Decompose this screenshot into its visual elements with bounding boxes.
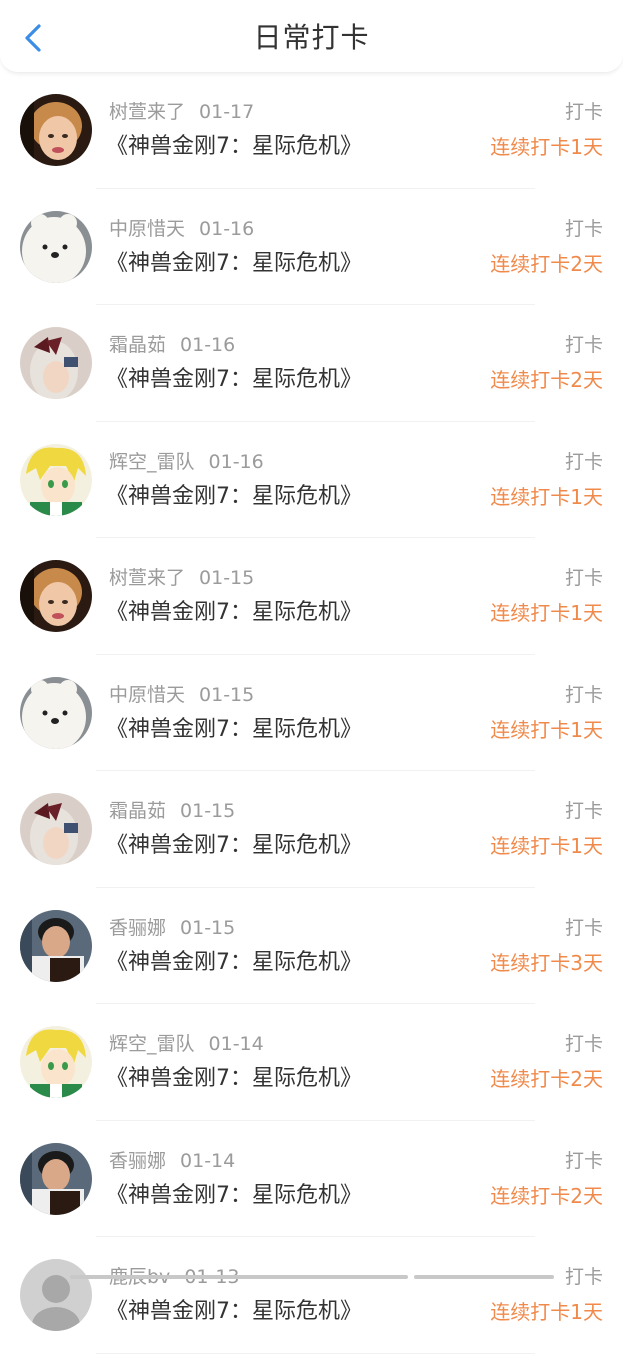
user-name: 霜晶茹 — [109, 800, 167, 822]
checkin-row[interactable]: 树萱来了 01-17 《神兽金刚7：星际危机》 打卡连续打卡1天 — [0, 72, 623, 189]
checkin-row[interactable]: 辉空_雷队 01-14 《神兽金刚7：星际危机》 打卡连续打卡2天 — [0, 1004, 623, 1121]
streak-label: 连续打卡1天 — [490, 717, 603, 742]
checkin-date: 01-16 — [180, 334, 236, 356]
checkin-link[interactable]: 打卡 — [565, 450, 603, 474]
book-title: 《神兽金刚7：星际危机》 — [106, 833, 362, 858]
checkin-date: 01-14 — [208, 1033, 264, 1055]
user-name: 树萱来了 — [109, 567, 186, 589]
checkin-link[interactable]: 打卡 — [565, 683, 603, 707]
checkin-date: 01-17 — [199, 101, 255, 123]
avatar[interactable] — [20, 793, 92, 865]
avatar[interactable] — [20, 210, 92, 283]
checkin-link[interactable]: 打卡 — [565, 799, 603, 823]
row-meta: 树萱来了 01-17 — [109, 100, 254, 124]
avatar[interactable] — [20, 327, 92, 399]
avatar[interactable] — [20, 443, 92, 516]
book-title: 《神兽金刚7：星际危机》 — [106, 949, 362, 975]
checkin-link[interactable]: 打卡 — [565, 1032, 603, 1056]
checkin-date: 01-15 — [180, 800, 236, 822]
user-name: 香骊娜 — [109, 1149, 167, 1172]
user-name: 中原惜天 — [109, 217, 186, 240]
book-title: 《神兽金刚7：星际危机》 — [106, 1299, 362, 1324]
top-bar: 日常打卡 — [0, 0, 623, 73]
page-title: 日常打卡 — [253, 21, 370, 54]
row-meta: 香骊娜 01-15 — [109, 916, 235, 940]
avatar[interactable] — [20, 94, 92, 166]
streak-label: 连续打卡2天 — [490, 251, 603, 276]
avatar[interactable] — [20, 1026, 92, 1098]
avatar[interactable] — [20, 909, 92, 982]
avatar[interactable] — [20, 1259, 92, 1331]
row-meta: 香骊娜 01-14 — [109, 1149, 235, 1173]
streak-label: 连续打卡2天 — [490, 1067, 603, 1091]
checkin-link[interactable]: 打卡 — [565, 1149, 603, 1173]
checkin-date: 01-15 — [199, 683, 255, 706]
checkin-row[interactable]: 鹿辰bv01-13《神兽金刚7：星际危机》打卡连续打卡1天 — [0, 1237, 623, 1354]
checkin-row[interactable]: 辉空_雷队 01-16 《神兽金刚7：星际危机》 打卡连续打卡1天 — [0, 422, 623, 538]
book-title: 《神兽金刚7：星际危机》 — [106, 483, 362, 509]
checkin-date: 01-14 — [180, 1149, 236, 1172]
book-title: 《神兽金刚7：星际危机》 — [106, 600, 362, 625]
book-title: 《神兽金刚7：星际危机》 — [106, 250, 362, 276]
checkin-link[interactable]: 打卡 — [565, 566, 603, 590]
user-name: 霜晶茹 — [109, 334, 167, 356]
checkin-link[interactable]: 打卡 — [565, 217, 603, 241]
book-title: 《神兽金刚7：星际危机》 — [106, 367, 362, 392]
checkin-row[interactable]: 香骊娜 01-14 《神兽金刚7：星际危机》 打卡连续打卡2天 — [0, 1121, 623, 1237]
checkin-row[interactable]: 树萱来了 01-15 《神兽金刚7：星际危机》 打卡连续打卡1天 — [0, 538, 623, 655]
streak-label: 连续打卡1天 — [490, 834, 603, 858]
user-name: 中原惜天 — [109, 683, 186, 706]
book-title: 《神兽金刚7：星际危机》 — [106, 134, 362, 159]
book-title: 《神兽金刚7：星际危机》 — [106, 716, 362, 742]
row-meta: 中原惜天 01-15 — [109, 683, 254, 707]
avatar[interactable] — [20, 560, 92, 632]
checkin-date: 01-16 — [208, 450, 264, 473]
streak-label: 连续打卡2天 — [490, 368, 603, 392]
scroll-indicator — [0, 1274, 623, 1280]
checkin-link[interactable]: 打卡 — [565, 100, 603, 124]
checkin-row[interactable]: 中原惜天 01-15 《神兽金刚7：星际危机》 打卡连续打卡1天 — [0, 655, 623, 771]
row-meta: 中原惜天 01-16 — [109, 217, 254, 241]
user-name: 香骊娜 — [109, 916, 167, 939]
streak-label: 连续打卡1天 — [490, 484, 603, 509]
user-name: 树萱来了 — [109, 101, 186, 123]
checkin-row[interactable]: 香骊娜 01-15 《神兽金刚7：星际危机》 打卡连续打卡3天 — [0, 888, 623, 1004]
user-name: 辉空_雷队 — [109, 450, 195, 473]
row-meta: 辉空_雷队 01-16 — [109, 450, 264, 474]
streak-label: 连续打卡2天 — [490, 1183, 603, 1208]
book-title: 《神兽金刚7：星际危机》 — [106, 1066, 362, 1091]
checkin-link[interactable]: 打卡 — [565, 333, 603, 357]
user-name: 辉空_雷队 — [109, 1033, 195, 1055]
checkin-list: 树萱来了 01-17 《神兽金刚7：星际危机》 打卡 连续打卡1天 中原惜天 01-16 《神… — [0, 72, 623, 1354]
checkin-link[interactable]: 打卡 — [565, 916, 603, 940]
avatar[interactable] — [20, 676, 92, 749]
row-meta: 辉空_雷队 01-14 — [109, 1032, 264, 1056]
row-meta: 霜晶茹 01-15 — [109, 799, 235, 823]
streak-label: 连续打卡1天 — [490, 601, 603, 625]
streak-label: 连续打卡1天 — [490, 1300, 603, 1324]
streak-label: 连续打卡1天 — [490, 135, 603, 159]
checkin-row[interactable]: 中原惜天 01-16 《神兽金刚7：星际危机》 打卡连续打卡2天 — [0, 189, 623, 305]
row-meta: 霜晶茹 01-16 — [109, 333, 235, 357]
book-title: 《神兽金刚7：星际危机》 — [106, 1182, 362, 1208]
row-divider — [96, 1352, 535, 1354]
checkin-date: 01-15 — [199, 567, 255, 589]
row-meta: 树萱来了 01-15 — [109, 566, 254, 590]
checkin-date: 01-15 — [180, 916, 236, 939]
streak-label: 连续打卡3天 — [490, 950, 603, 975]
checkin-row[interactable]: 霜晶茹 01-16 《神兽金刚7：星际危机》 打卡连续打卡2天 — [0, 305, 623, 422]
avatar[interactable] — [20, 1142, 92, 1215]
checkin-date: 01-16 — [199, 217, 255, 240]
checkin-row[interactable]: 霜晶茹 01-15 《神兽金刚7：星际危机》 打卡连续打卡1天 — [0, 771, 623, 888]
